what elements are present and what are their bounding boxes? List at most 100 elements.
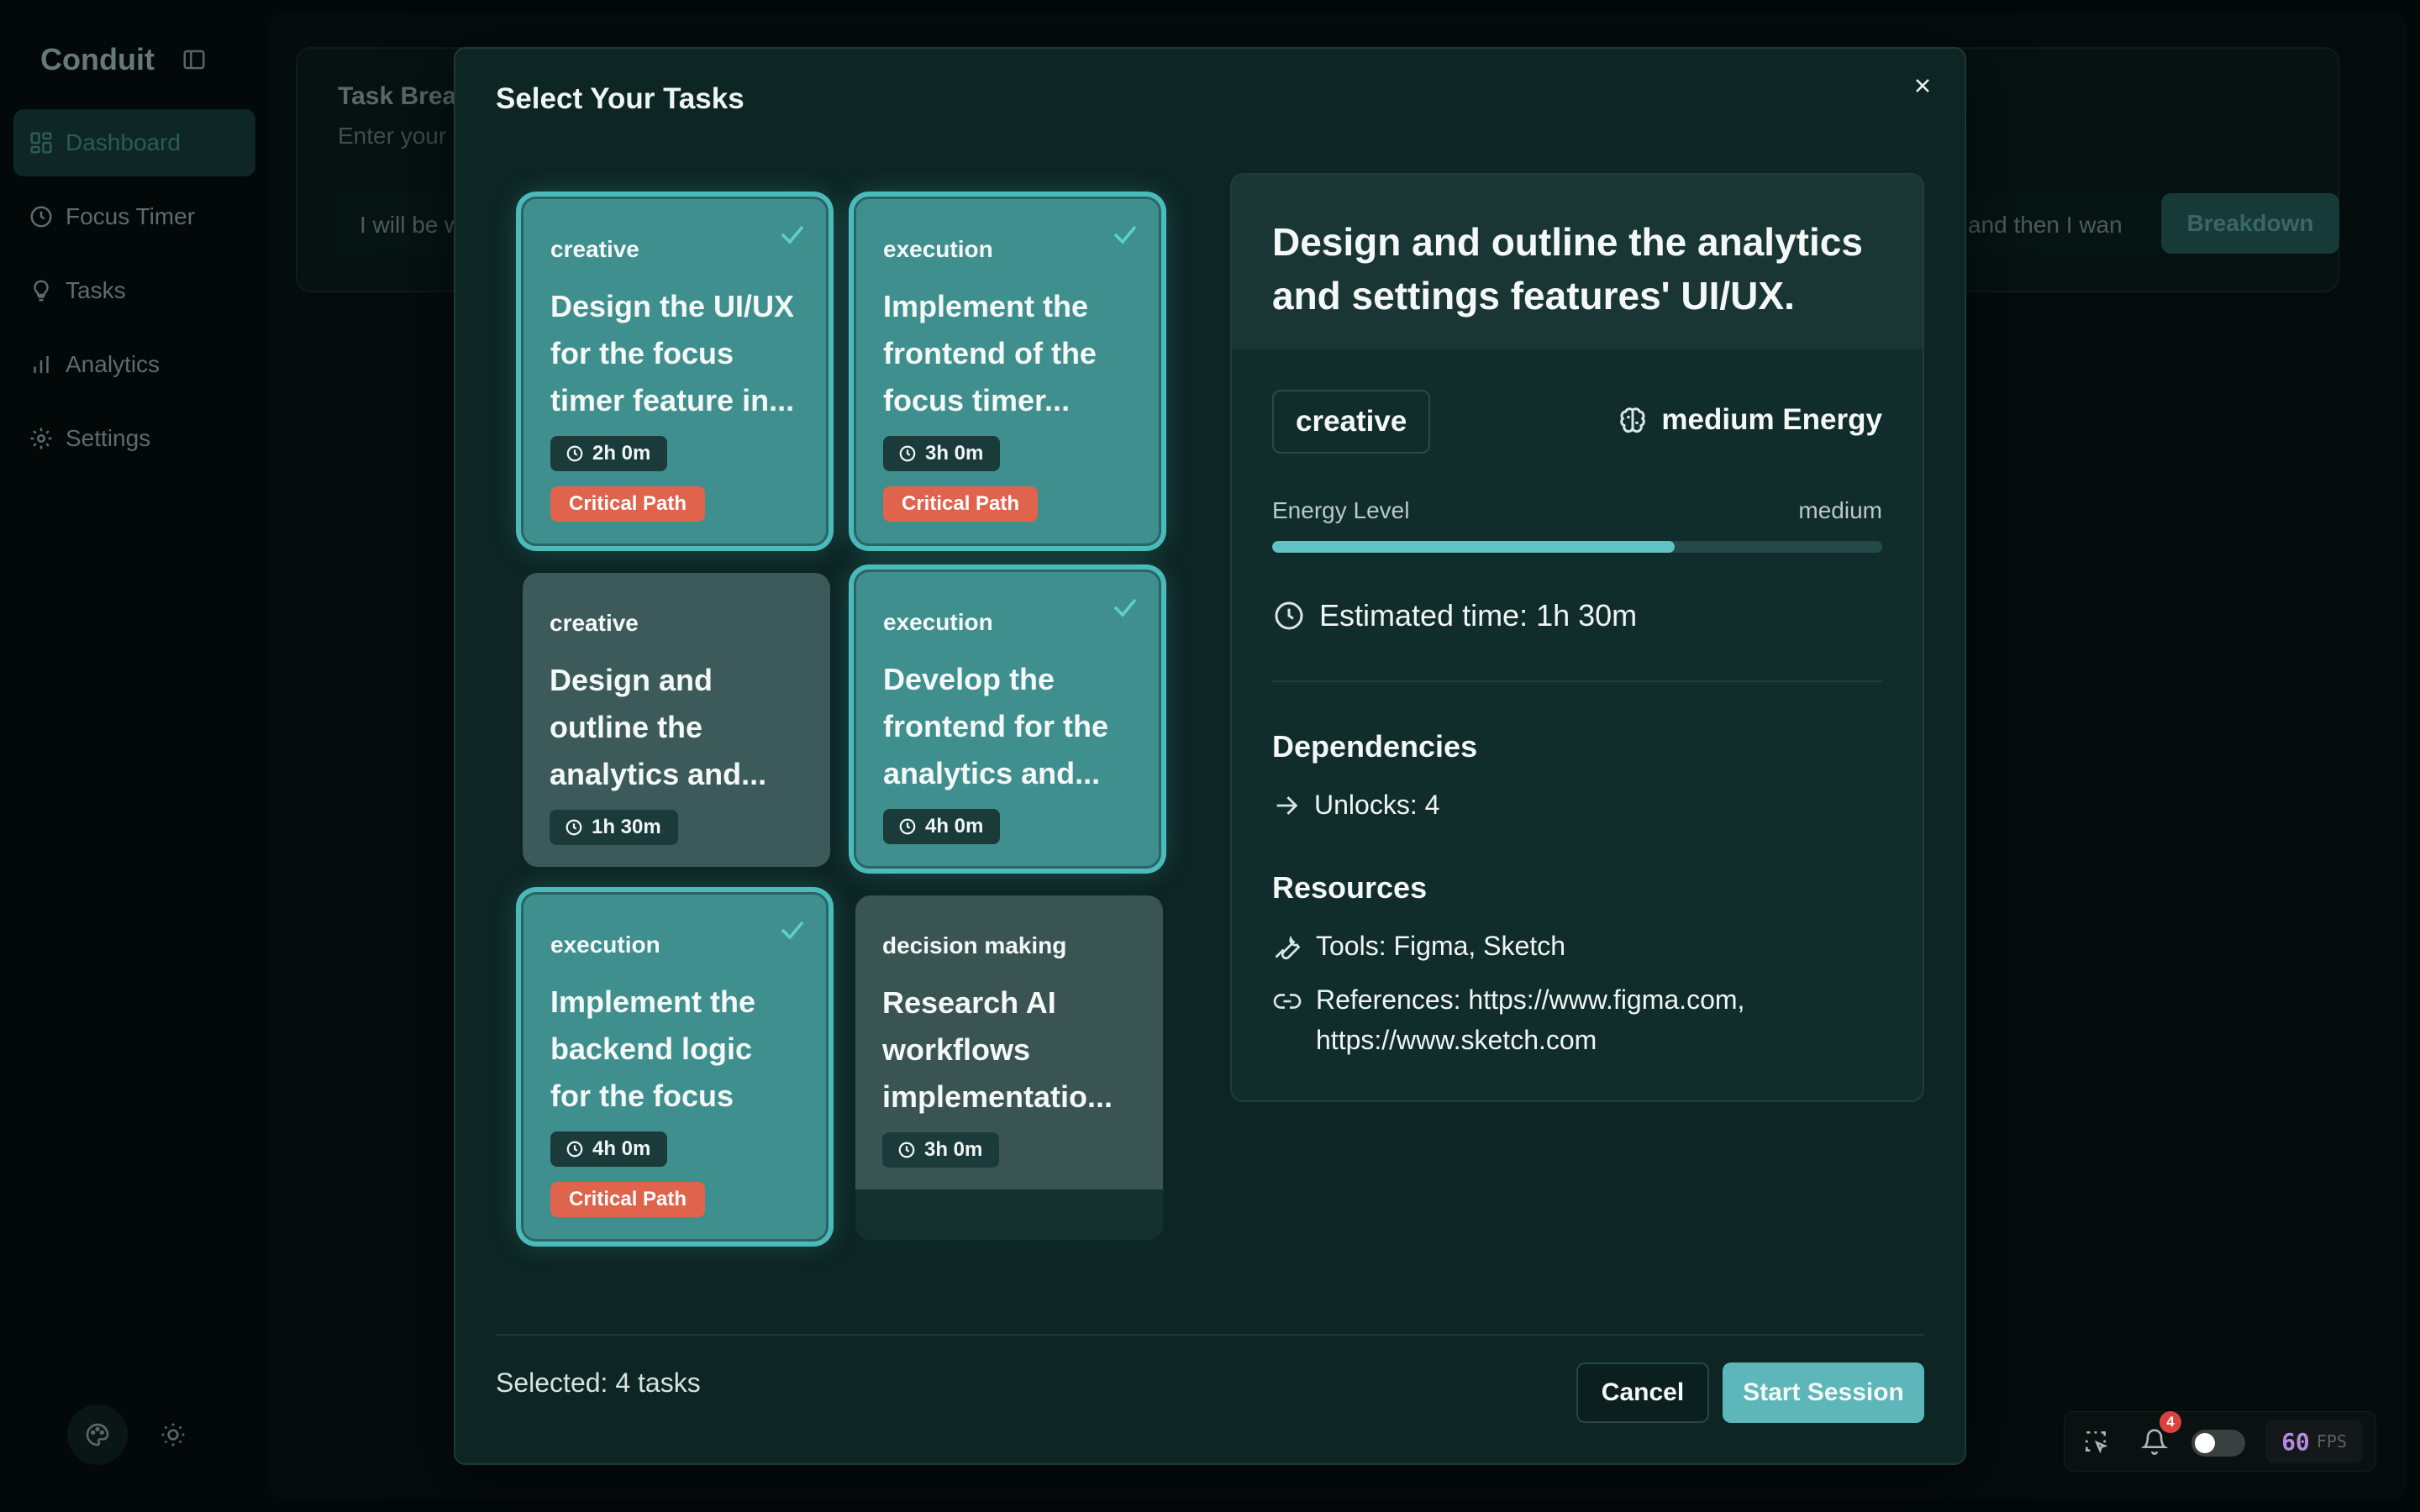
palette-button[interactable]: [67, 1404, 128, 1465]
sidebar: Conduit Dashboard Focus Timer Tasks Anal…: [0, 0, 269, 1512]
task-time-value: 4h 0m: [925, 815, 984, 837]
toggle-knob: [2195, 1433, 2215, 1453]
divider: [1272, 680, 1882, 682]
clock-icon: [565, 818, 583, 837]
task-time-chip: 2h 0m: [550, 436, 668, 471]
check-icon: [1110, 592, 1140, 622]
cancel-button[interactable]: Cancel: [1576, 1362, 1709, 1423]
task-title: Design and outline the analytics and...: [550, 663, 767, 791]
task-card[interactable]: execution Develop the frontend for the a…: [854, 570, 1161, 869]
check-icon: [1110, 219, 1140, 249]
task-card[interactable]: creative Design the UI/UX for the focus …: [521, 197, 829, 546]
tools-row: Tools: Figma, Sketch: [1272, 926, 1565, 966]
energy-badge-label: medium Energy: [1661, 403, 1882, 436]
notification-badge: 4: [2160, 1411, 2181, 1433]
energy-bar-fill: [1272, 541, 1676, 553]
lightbulb-icon: [29, 278, 54, 303]
tools-text: Tools: Figma, Sketch: [1316, 931, 1565, 961]
fps-label: FPS: [2316, 1431, 2347, 1452]
sidebar-item-label: Focus Timer: [66, 203, 196, 229]
selected-count: Selected: 4 tasks: [496, 1368, 701, 1398]
task-breakdown-subtitle: Enter your: [338, 123, 447, 149]
energy-level-value: medium: [1798, 497, 1882, 523]
task-breakdown-title: Task Brea: [338, 82, 457, 110]
detail-type-badge: creative: [1272, 390, 1431, 454]
task-type: execution: [883, 609, 993, 635]
start-session-button[interactable]: Start Session: [1723, 1362, 1924, 1423]
task-title: Design the UI/UX for the focus timer fea…: [550, 289, 795, 417]
critical-path-badge: Critical Path: [883, 486, 1039, 522]
wrench-icon: [1272, 931, 1302, 961]
sidebar-item-dashboard[interactable]: Dashboard: [13, 109, 255, 176]
modal-title: Select Your Tasks: [496, 82, 744, 115]
task-time-chip: 3h 0m: [883, 436, 1001, 471]
sidebar-item-settings[interactable]: Settings: [13, 405, 255, 472]
sidebar-item-label: Settings: [66, 425, 151, 451]
bar-chart-icon: [29, 352, 54, 377]
task-input-text-end: and then I wan: [1968, 212, 2123, 238]
task-card[interactable]: execution Implement the backend logic fo…: [521, 892, 829, 1242]
selection-tool-icon[interactable]: [2082, 1428, 2109, 1455]
sidebar-item-label: Analytics: [66, 351, 160, 377]
task-time-value: 3h 0m: [925, 442, 984, 465]
clock-icon: [898, 444, 917, 463]
task-title: Implement the frontend of the focus time…: [883, 289, 1097, 417]
task-time-chip: 1h 30m: [550, 810, 678, 845]
energy-badge: medium Energy: [1613, 403, 1882, 437]
close-icon[interactable]: [1911, 74, 1934, 97]
clock-icon: [1272, 599, 1306, 633]
brand-logo: Conduit: [40, 42, 155, 76]
task-type: execution: [883, 236, 993, 262]
arrow-right-icon: [1272, 791, 1301, 820]
task-input-text-start: I will be w: [360, 212, 462, 238]
brain-icon: [1616, 403, 1649, 437]
clock-icon: [29, 204, 54, 229]
sidebar-item-tasks[interactable]: Tasks: [13, 257, 255, 324]
sidebar-item-label: Tasks: [66, 277, 126, 303]
sun-icon[interactable]: [160, 1421, 187, 1448]
dashboard-icon: [29, 130, 54, 155]
task-time-chip: 4h 0m: [883, 809, 1001, 844]
breakdown-button[interactable]: Breakdown: [2161, 193, 2339, 254]
task-time-chip: 4h 0m: [550, 1131, 668, 1167]
sidebar-item-analytics[interactable]: Analytics: [13, 331, 255, 398]
sidebar-item-focus-timer[interactable]: Focus Timer: [13, 183, 255, 250]
references-link-2[interactable]: https://www.sketch.com: [1316, 1020, 1744, 1060]
task-time-value: 1h 30m: [592, 816, 661, 838]
references-link-1[interactable]: References: https://www.figma.com,: [1316, 979, 1744, 1020]
link-icon: [1272, 986, 1302, 1016]
bell-icon[interactable]: [2141, 1428, 2168, 1455]
critical-path-badge: Critical Path: [550, 1182, 706, 1217]
sidebar-item-label: Dashboard: [66, 129, 181, 155]
task-time-value: 2h 0m: [592, 442, 651, 465]
task-title: Develop the frontend for the analytics a…: [883, 662, 1108, 790]
check-icon: [777, 915, 808, 945]
task-type: creative: [550, 610, 639, 636]
gear-icon: [29, 426, 54, 451]
resources-heading: Resources: [1272, 870, 1428, 905]
energy-level-label: Energy Level: [1272, 497, 1410, 523]
task-time-value: 3h 0m: [924, 1138, 983, 1161]
task-title: Research AI workflows implementatio...: [882, 985, 1113, 1114]
card-footer: [855, 1189, 1163, 1240]
fps-value: 60: [2281, 1427, 2310, 1456]
footer-divider: [496, 1334, 1924, 1336]
fps-counter: 60 FPS: [2265, 1420, 2363, 1463]
task-type: decision making: [882, 932, 1067, 958]
estimated-time-row: Estimated time: 1h 30m: [1272, 598, 1637, 633]
task-card[interactable]: decision making Research AI workflows im…: [855, 895, 1163, 1240]
clock-icon: [566, 1140, 584, 1158]
references-row: References: https://www.figma.com, https…: [1272, 979, 1744, 1060]
unlocks-row: Unlocks: 4: [1272, 785, 1439, 825]
estimated-time: Estimated time: 1h 30m: [1319, 598, 1638, 633]
task-time-chip: 3h 0m: [882, 1132, 1000, 1168]
task-title: Implement the backend logic for the focu…: [550, 984, 756, 1113]
critical-path-badge: Critical Path: [550, 486, 706, 522]
sidebar-toggle-icon[interactable]: [182, 47, 207, 72]
clock-icon: [898, 817, 917, 836]
task-time-value: 4h 0m: [592, 1137, 651, 1160]
task-card[interactable]: execution Implement the frontend of the …: [854, 197, 1161, 546]
task-type: creative: [550, 236, 639, 262]
task-card[interactable]: creative Design and outline the analytic…: [523, 573, 830, 867]
detail-title: Design and outline the analytics and set…: [1272, 220, 1863, 318]
